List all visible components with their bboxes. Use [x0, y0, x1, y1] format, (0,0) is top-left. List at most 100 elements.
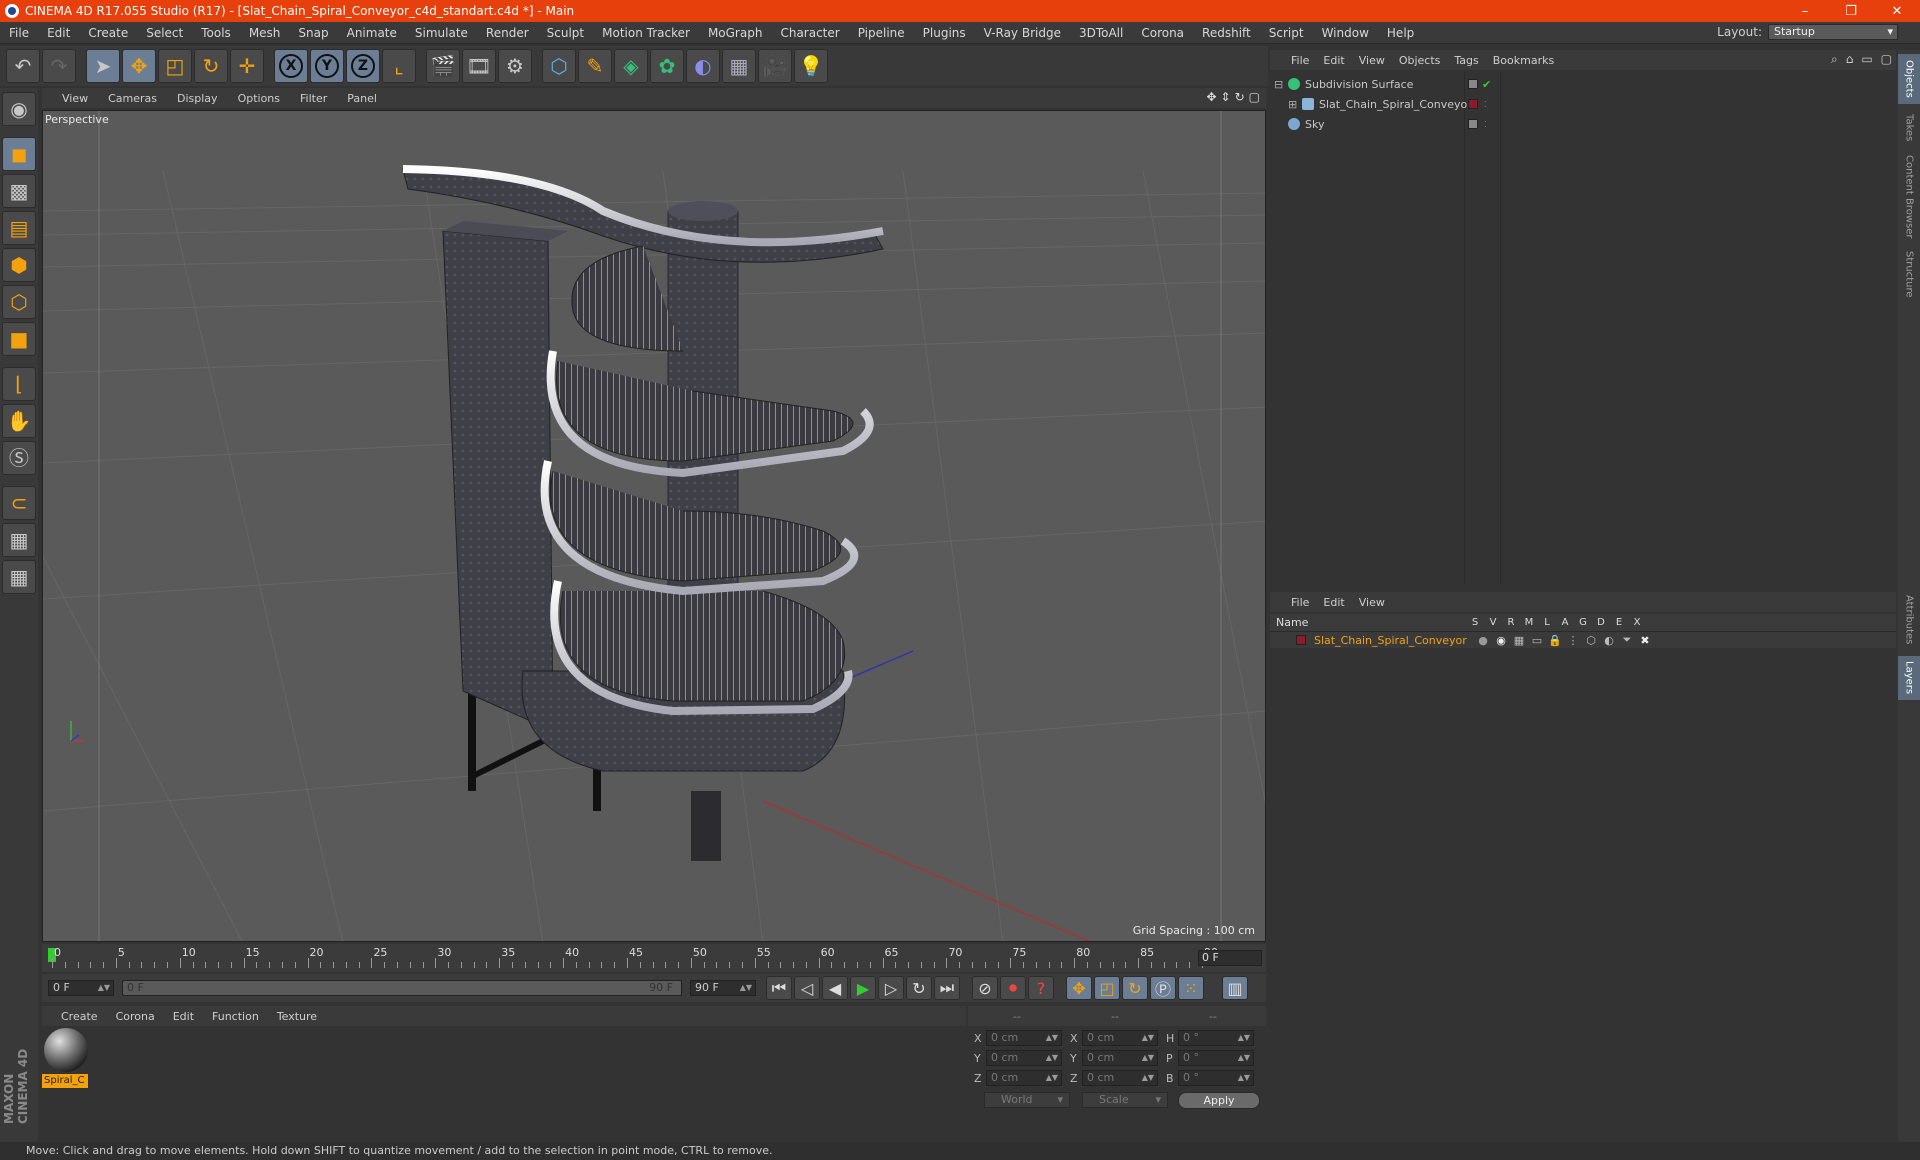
xref-icon[interactable]: ✖	[1636, 634, 1654, 647]
orbit-icon[interactable]: ↻	[1235, 90, 1245, 104]
play-button[interactable]: ▶	[850, 976, 876, 1000]
render-picture-viewer-button[interactable]: 🎞	[462, 49, 496, 83]
record-keys-button[interactable]: ⊘	[972, 976, 998, 1000]
menu-motion-tracker[interactable]: Motion Tracker	[593, 26, 699, 40]
grid-settings-button[interactable]: ▦	[2, 560, 36, 594]
key-position-button[interactable]: ✥	[1066, 976, 1092, 1000]
rotation-h-field[interactable]: 0 ° ▲▼	[1178, 1030, 1254, 1046]
position-z-field[interactable]: 0 cm ▲▼	[986, 1070, 1062, 1086]
previous-frame-button[interactable]: ◀	[822, 976, 848, 1000]
visibility-dots-icon[interactable]: ⁚	[1484, 100, 1487, 109]
size-y-field[interactable]: 0 cm ▲▼	[1082, 1050, 1158, 1066]
layer-color-icon[interactable]	[1468, 99, 1478, 109]
autokey-button[interactable]: ⏺	[1000, 976, 1026, 1000]
next-keyframe-button[interactable]: ↻	[906, 976, 932, 1000]
tweak-mode-button[interactable]: ✋	[2, 404, 36, 438]
solo-dot-icon[interactable]: ●	[1474, 634, 1492, 647]
expression-icon[interactable]: ⏷	[1618, 633, 1636, 647]
menu-vray-bridge[interactable]: V-Ray Bridge	[975, 26, 1070, 40]
lm-menu-edit[interactable]: Edit	[1316, 596, 1351, 609]
menu-simulate[interactable]: Simulate	[406, 26, 477, 40]
render-film-icon[interactable]: ▦	[1510, 634, 1528, 647]
key-pla-button[interactable]: ⁙	[1178, 976, 1204, 1000]
object-row-sky[interactable]: Sky ⁚	[1270, 114, 1896, 134]
tab-attributes[interactable]: Attributes	[1898, 590, 1920, 650]
model-mode-button[interactable]: ◼	[2, 137, 36, 171]
subdivision-button[interactable]: ◈	[614, 49, 648, 83]
menu-sculpt[interactable]: Sculpt	[538, 26, 593, 40]
rotate-tool-button[interactable]: ↻	[194, 49, 228, 83]
position-y-field[interactable]: 0 cm ▲▼	[986, 1050, 1062, 1066]
go-to-start-button[interactable]: ⏮	[766, 976, 792, 1000]
restore-button[interactable]: ❐	[1828, 0, 1874, 22]
generator-icon[interactable]: ⬡	[1582, 634, 1600, 647]
key-parameter-button[interactable]: Ⓟ	[1150, 976, 1176, 1000]
menu-character[interactable]: Character	[771, 26, 848, 40]
next-frame-button[interactable]: ▷	[878, 976, 904, 1000]
undo-button[interactable]: ↶	[6, 49, 40, 83]
viewport-menu-filter[interactable]: Filter	[290, 92, 337, 105]
make-editable-button[interactable]: ◉	[2, 92, 36, 126]
menu-corona[interactable]: Corona	[1132, 26, 1193, 40]
dolly-icon[interactable]: ⇕	[1221, 90, 1231, 104]
layer-row[interactable]: Slat_Chain_Spiral_Conveyor ● ◉ ▦ ▭ 🔒 ⋮ ⬡…	[1270, 632, 1896, 648]
menu-select[interactable]: Select	[137, 26, 192, 40]
om-menu-edit[interactable]: Edit	[1316, 54, 1351, 67]
layer-tag-icon[interactable]	[1468, 119, 1478, 129]
om-menu-view[interactable]: View	[1352, 54, 1392, 67]
size-z-field[interactable]: 0 cm ▲▼	[1082, 1070, 1158, 1086]
home-icon[interactable]: ⌂	[1846, 52, 1854, 67]
render-settings-button[interactable]: ⚙	[498, 49, 532, 83]
viewport-menu-view[interactable]: View	[52, 92, 98, 105]
material-menu-function[interactable]: Function	[203, 1010, 268, 1023]
menu-3dtoall[interactable]: 3DToAll	[1070, 26, 1132, 40]
preview-range-slider[interactable]: 0 F 90 F	[122, 980, 682, 996]
close-button[interactable]: ✕	[1874, 0, 1920, 22]
cube-primitive-button[interactable]: ⬡	[542, 49, 576, 83]
maximize-icon[interactable]: ▢	[1881, 52, 1892, 67]
snap-button[interactable]: Ⓢ	[2, 441, 36, 475]
menu-redshift[interactable]: Redshift	[1193, 26, 1260, 40]
menu-plugins[interactable]: Plugins	[914, 26, 975, 40]
material-menu-create[interactable]: Create	[52, 1010, 107, 1023]
layer-color-swatch[interactable]	[1296, 635, 1306, 645]
visibility-dots-icon[interactable]: ⁚	[1484, 120, 1487, 129]
viewport-menu-cameras[interactable]: Cameras	[98, 92, 167, 105]
om-menu-file[interactable]: File	[1284, 54, 1316, 67]
texture-mode-button[interactable]: ▩	[2, 174, 36, 208]
minimize-button[interactable]: –	[1782, 0, 1828, 22]
key-scale-button[interactable]: ◰	[1094, 976, 1120, 1000]
menu-file[interactable]: File	[0, 26, 38, 40]
menu-edit[interactable]: Edit	[38, 26, 79, 40]
key-rotation-button[interactable]: ↻	[1122, 976, 1148, 1000]
end-frame-field[interactable]: 90 F ▲▼	[690, 980, 756, 996]
render-view-button[interactable]: 🎬	[426, 49, 460, 83]
y-axis-lock-button[interactable]: Y	[310, 49, 344, 83]
edges-mode-button[interactable]: ⬡	[2, 285, 36, 319]
deformer-icon[interactable]: ◐	[1600, 634, 1618, 647]
menu-pipeline[interactable]: Pipeline	[849, 26, 914, 40]
search-icon[interactable]: ⌕	[1831, 52, 1838, 67]
mograph-cloner-button[interactable]: ✿	[650, 49, 684, 83]
material-menu-edit[interactable]: Edit	[164, 1010, 203, 1023]
spline-pen-button[interactable]: ✎	[578, 49, 612, 83]
floor-button[interactable]: ▦	[722, 49, 756, 83]
start-frame-field[interactable]: 0 F ▲▼	[48, 980, 114, 996]
move-tool-button[interactable]: ✥	[122, 49, 156, 83]
enabled-check-icon[interactable]: ✔	[1482, 78, 1491, 91]
perspective-viewport[interactable]: Perspective Grid Spacing : 100 cm	[42, 110, 1266, 942]
current-frame-field[interactable]: 0 F	[1198, 950, 1262, 966]
lm-menu-view[interactable]: View	[1352, 596, 1392, 609]
tab-layers[interactable]: Layers	[1898, 656, 1920, 700]
manager-icon[interactable]: ▭	[1528, 634, 1546, 647]
pan-icon[interactable]: ✥	[1206, 90, 1216, 104]
size-x-field[interactable]: 0 cm ▲▼	[1082, 1030, 1158, 1046]
coordinate-mode-dropdown[interactable]: World	[984, 1092, 1070, 1108]
lm-menu-file[interactable]: File	[1284, 596, 1316, 609]
new-window-icon[interactable]: ▭	[1861, 52, 1872, 67]
size-mode-dropdown[interactable]: Scale	[1082, 1092, 1168, 1108]
z-axis-lock-button[interactable]: Z	[346, 49, 380, 83]
lock-icon[interactable]: 🔒	[1546, 634, 1564, 647]
grid-lock-button[interactable]: ▦	[2, 523, 36, 557]
camera-button[interactable]: 🎥	[758, 49, 792, 83]
